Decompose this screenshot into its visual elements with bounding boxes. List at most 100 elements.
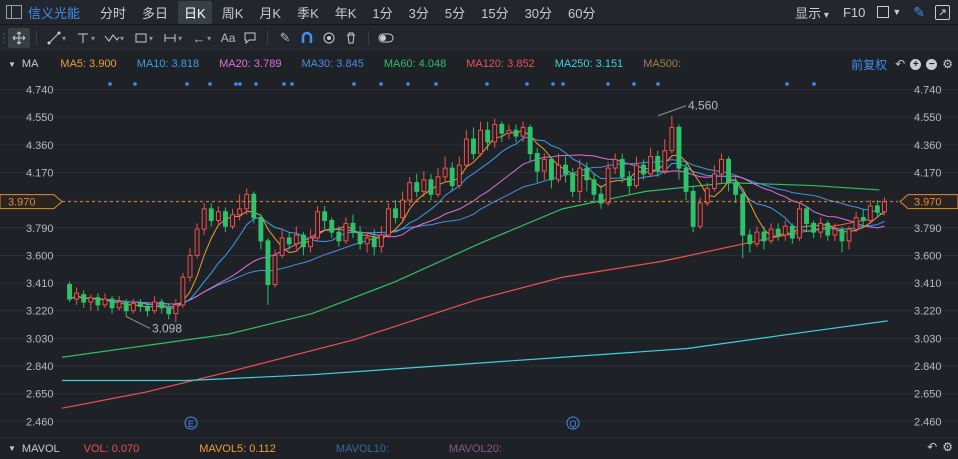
undo-icon[interactable]: ↶ — [927, 440, 937, 454]
f10-button[interactable]: F10 — [843, 5, 865, 20]
signal-dot — [525, 82, 529, 86]
candle-body — [860, 217, 866, 221]
candlestick-chart[interactable]: 4.740 4.740 4.550 4.550 4.360 4.360 4.170 4.170… — [0, 75, 958, 437]
sidebar-toggle-icon[interactable] — [6, 5, 22, 19]
toolbar-divider — [36, 31, 37, 45]
signal-dot — [656, 82, 660, 86]
candle-body — [449, 167, 455, 187]
eraser-icon[interactable]: ✎ — [274, 28, 296, 48]
settings-gear-icon[interactable]: ⚙ — [942, 57, 953, 71]
candle-body — [846, 228, 852, 242]
candle-body — [393, 208, 398, 219]
y-tick-label-left: 3.220 — [26, 306, 54, 318]
period-tab[interactable]: 多日 — [136, 1, 174, 24]
candle-body — [506, 129, 512, 134]
stock-name[interactable]: 信义光能 — [28, 3, 80, 22]
display-menu-button[interactable]: 显示 — [795, 3, 829, 22]
period-tab[interactable]: 季K — [291, 1, 325, 24]
candle-body — [215, 211, 221, 221]
toggle-icon[interactable] — [375, 28, 397, 48]
crosshair-tool-icon[interactable] — [8, 28, 30, 48]
adjust-mode-button[interactable]: 前复权 — [851, 56, 887, 73]
candle-body — [357, 231, 363, 245]
period-tab[interactable]: 月K — [253, 1, 287, 24]
comment-tool-icon[interactable] — [239, 28, 261, 48]
collapse-icon[interactable]: ▼ — [8, 444, 16, 453]
event-marker-label: E — [188, 419, 194, 429]
candle-body — [874, 205, 880, 213]
trash-icon[interactable] — [340, 28, 362, 48]
y-tick-label-left: 3.600 — [26, 250, 54, 262]
candle-body — [478, 129, 483, 155]
candle-body — [584, 167, 590, 181]
period-tab[interactable]: 日K — [178, 0, 212, 24]
drag-handle-icon[interactable]: ⋮ — [0, 28, 11, 48]
chevron-down-icon[interactable]: ▾ — [120, 34, 124, 43]
visibility-icon[interactable] — [318, 28, 340, 48]
chevron-down-icon[interactable]: ▾ — [91, 34, 95, 43]
candle-body — [208, 208, 214, 221]
signal-dot — [234, 82, 238, 86]
ma60-line — [61, 182, 880, 358]
signal-dot — [485, 82, 489, 86]
add-indicator-icon[interactable]: + — [910, 58, 922, 70]
magnet-icon[interactable] — [296, 28, 318, 48]
period-tab[interactable]: 分时 — [94, 1, 132, 24]
candle-body — [669, 126, 675, 152]
y-tick-label-right: 3.220 — [914, 306, 942, 318]
volume-indicator-label[interactable]: MAVOL — [22, 443, 60, 455]
y-tick-label-left: 3.030 — [26, 333, 54, 345]
top-right-controls: 显示 F10 ▼ ✎ — [795, 0, 958, 24]
candle-body — [251, 193, 257, 219]
chevron-down-icon[interactable]: ▾ — [207, 34, 211, 43]
candle-body — [187, 254, 193, 278]
draw-pen-icon[interactable]: ✎ — [913, 4, 925, 21]
price-tag-left-text: 3.970 — [8, 197, 36, 209]
candle-body — [719, 158, 724, 175]
collapse-icon[interactable]: ▼ — [8, 60, 16, 69]
period-tab[interactable]: 3分 — [403, 1, 435, 24]
signal-dot — [208, 82, 212, 86]
indicator-label[interactable]: MA — [22, 58, 39, 70]
layout-dropdown-icon[interactable]: ▼ — [892, 7, 901, 17]
chevron-down-icon[interactable]: ▾ — [149, 34, 153, 43]
chevron-down-icon[interactable]: ▾ — [178, 34, 182, 43]
toolbar-divider — [267, 31, 269, 45]
candle-body — [485, 129, 491, 143]
signal-dot — [551, 82, 555, 86]
candle-body — [733, 182, 739, 195]
text-tool-icon[interactable]: Aa — [217, 28, 239, 48]
undo-icon[interactable]: ↶ — [895, 57, 905, 71]
signal-dot — [282, 82, 286, 86]
candle-body — [839, 228, 845, 242]
ma-values: MA5: 3.900 MA10: 3.818 MA20: 3.789 MA30: 3.… — [60, 58, 701, 70]
candle-body — [293, 234, 299, 245]
period-tab[interactable]: 年K — [329, 1, 363, 24]
export-icon[interactable] — [935, 4, 950, 20]
signal-dot — [352, 82, 356, 86]
candle-body — [400, 199, 406, 219]
layout-square-icon[interactable] — [877, 6, 890, 18]
period-tab[interactable]: 60分 — [562, 1, 601, 24]
signal-dot — [185, 82, 189, 86]
candle-body — [867, 205, 873, 221]
remove-indicator-icon[interactable]: − — [926, 58, 938, 70]
candle-body — [740, 193, 746, 236]
period-tab[interactable]: 15分 — [475, 1, 514, 24]
y-tick-label-right: 4.550 — [914, 112, 942, 124]
candle-body — [308, 237, 313, 248]
candle-body — [428, 179, 434, 195]
signal-dot — [561, 82, 565, 86]
period-tab[interactable]: 30分 — [519, 1, 558, 24]
chevron-down-icon[interactable]: ▾ — [62, 34, 66, 43]
y-tick-label-left: 2.650 — [26, 389, 54, 401]
candle-body — [180, 276, 186, 306]
period-tab[interactable]: 1分 — [366, 1, 398, 24]
period-tab[interactable]: 周K — [216, 1, 250, 24]
candle-body — [662, 150, 668, 172]
period-tabs: 分时 多日 日K 周K 月K 季K 年K 1分 3分 5分 15分 30分 60分 — [94, 0, 606, 24]
period-tab[interactable]: 5分 — [439, 1, 471, 24]
high-annotation: 4.560 — [688, 99, 718, 113]
settings-gear-icon[interactable]: ⚙ — [942, 440, 953, 454]
candle-body — [612, 158, 618, 169]
